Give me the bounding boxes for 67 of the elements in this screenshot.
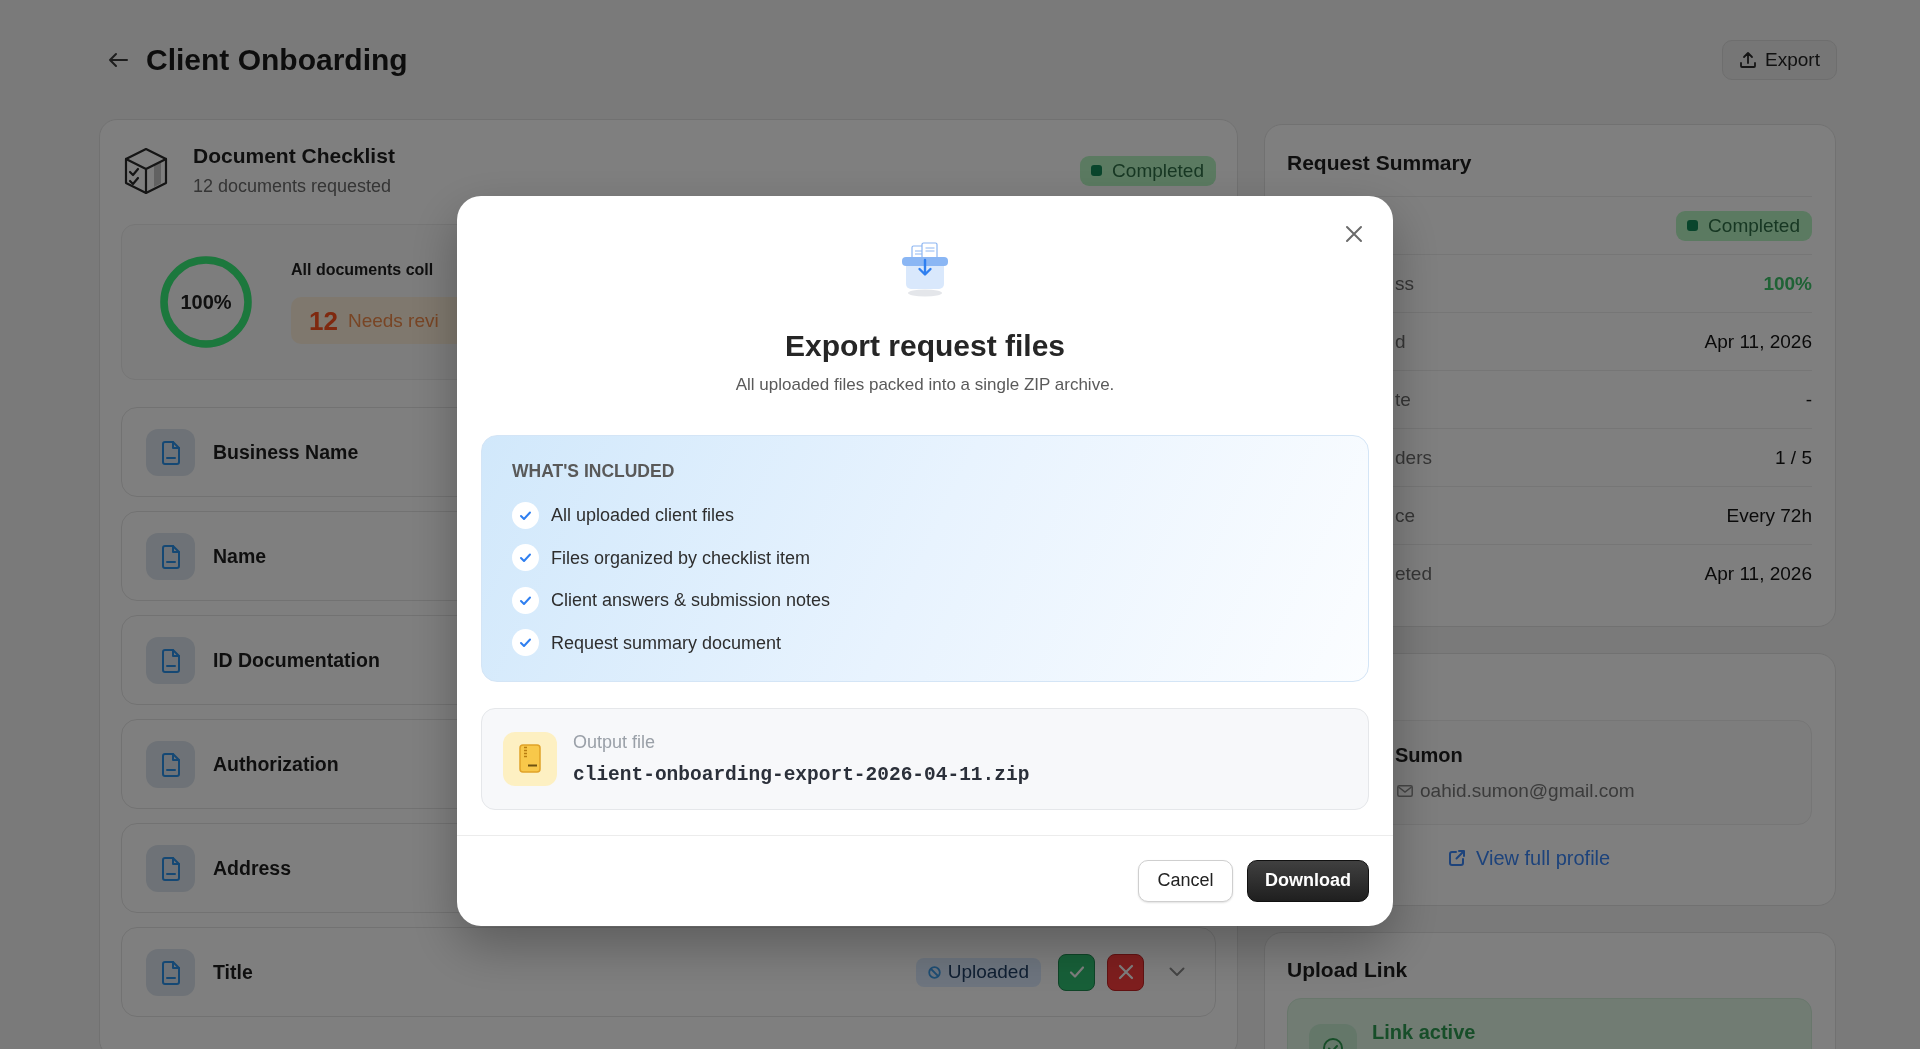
check-icon (512, 629, 539, 657)
included-heading: WHAT'S INCLUDED (512, 461, 676, 481)
back-arrow-icon[interactable] (108, 52, 128, 68)
export-button[interactable]: Export (1722, 40, 1837, 80)
included-item: Files organized by checklist item (551, 546, 811, 570)
card-title: Document Checklist (193, 144, 396, 168)
box-icon (124, 146, 168, 195)
summary-value: Apr 11, 2026 (1704, 561, 1812, 586)
document-icon (146, 428, 195, 476)
summary-value: Every 72h (1726, 503, 1812, 528)
document-name: ID Documentation (213, 648, 380, 672)
check-icon (512, 501, 539, 529)
included-item: All uploaded client files (551, 504, 735, 527)
card-title: Request Summary (1287, 151, 1473, 175)
link-status-text: Link active (1372, 1020, 1476, 1044)
check-icon (512, 544, 539, 572)
summary-label: d (1395, 329, 1406, 354)
upload-icon (1739, 51, 1758, 69)
document-name: Title (213, 960, 253, 984)
contact-name: Sumon (1395, 743, 1464, 767)
document-icon (146, 740, 195, 788)
check-icon (512, 586, 539, 614)
approve-button[interactable] (1058, 953, 1095, 991)
page-title: Client Onboarding (146, 42, 408, 78)
output-label: Output file (573, 730, 657, 753)
download-button[interactable]: Download (1247, 859, 1369, 902)
summary-label: te (1395, 387, 1411, 412)
included-item: Client answers & submission notes (551, 589, 831, 613)
status-text: Uploaded (947, 961, 1029, 983)
dialog-title: Export request files (783, 329, 1067, 363)
card-subtitle: 12 documents requested (193, 175, 393, 197)
document-icon (146, 948, 195, 996)
document-icon (146, 532, 195, 580)
review-count: 12 (309, 305, 338, 336)
document-name: Authorization (213, 752, 339, 776)
summary-value: Apr 11, 2026 (1704, 329, 1812, 354)
progress-percent: 100% (180, 290, 232, 314)
document-name: Address (213, 856, 292, 880)
summary-label: ce (1395, 503, 1416, 528)
output-filename: client-onboarding-export-2026-04-11.zip (573, 762, 1030, 787)
summary-text: All documents coll (291, 260, 435, 280)
summary-value: - (1805, 387, 1812, 412)
x-icon (1116, 963, 1135, 981)
document-icon (146, 844, 195, 892)
status-text: Completed (1112, 159, 1204, 182)
document-name: Business Name (213, 440, 359, 464)
review-label: Needs revi (347, 309, 439, 332)
summary-label: ss (1395, 271, 1414, 296)
cancel-button[interactable]: Cancel (1138, 859, 1233, 902)
summary-label: eted (1395, 561, 1432, 586)
dialog-subtitle: All uploaded files packed into a single ZIP archive. (734, 374, 1116, 396)
close-icon[interactable] (1345, 225, 1363, 243)
contact-email: oahid.sumon@gmail.com (1420, 780, 1635, 802)
mail-icon (1397, 785, 1413, 797)
chevron-down-icon[interactable] (1169, 967, 1185, 977)
status-text: Completed (1708, 214, 1800, 237)
zip-file-icon (503, 731, 557, 786)
slashed-circle-icon (927, 965, 941, 979)
included-item: Request summary document (551, 631, 782, 655)
summary-value: 100% (1763, 271, 1812, 296)
document-name: Name (213, 544, 267, 568)
reject-button[interactable] (1107, 953, 1144, 991)
summary-label: ders (1395, 445, 1432, 470)
external-link-icon (1448, 849, 1466, 867)
document-icon (146, 636, 195, 684)
summary-value: 1 / 5 (1775, 445, 1812, 470)
card-title: Upload Link (1287, 958, 1409, 982)
